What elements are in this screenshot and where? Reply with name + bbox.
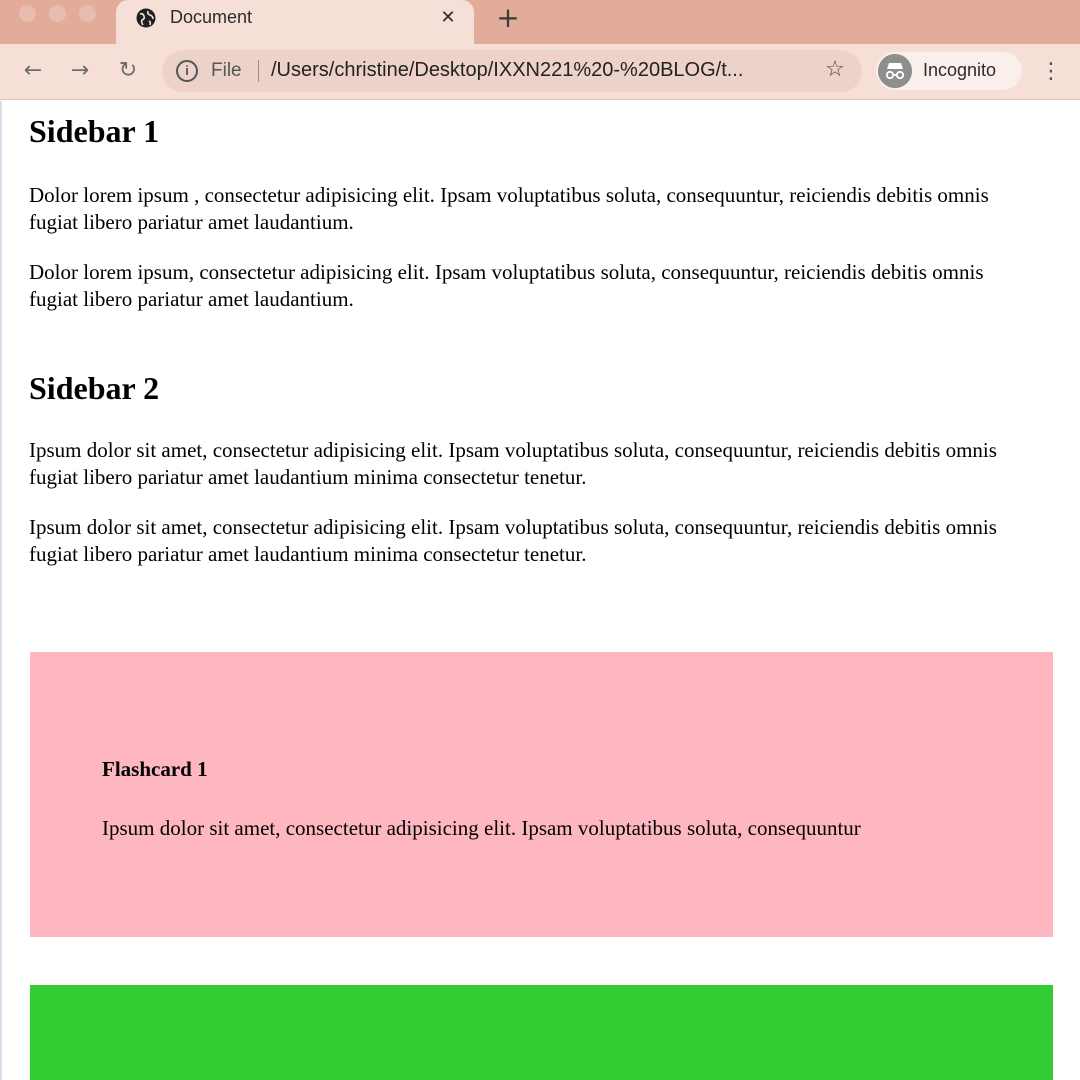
sidebar2-paragraph-2: Ipsum dolor sit amet, consectetur adipis… bbox=[29, 515, 997, 566]
reload-icon[interactable]: ↻ bbox=[115, 58, 141, 84]
sidebar1-heading: Sidebar 1 bbox=[29, 113, 160, 149]
flashcard-2 bbox=[30, 985, 1053, 1080]
flashcard-body: Ipsum dolor sit amet, consectetur adipis… bbox=[102, 816, 861, 840]
more-menu-icon[interactable]: ⋮ bbox=[1040, 58, 1062, 86]
info-icon[interactable]: i bbox=[176, 60, 198, 82]
forward-arrow-icon[interactable]: → bbox=[67, 58, 93, 84]
sidebar1-paragraph-2: Dolor lorem ipsum, consectetur adipisici… bbox=[29, 260, 984, 311]
url-scheme-label: File bbox=[211, 60, 242, 81]
profile-label: Incognito bbox=[923, 60, 997, 80]
tab-title: Document bbox=[170, 7, 253, 27]
bookmark-star-icon[interactable]: ☆ bbox=[822, 57, 848, 83]
window-minimize-button[interactable] bbox=[49, 5, 66, 22]
tab-strip: Document ✕ + bbox=[0, 0, 1080, 44]
close-icon[interactable]: ✕ bbox=[436, 6, 460, 30]
incognito-icon bbox=[878, 54, 912, 88]
sidebar2-paragraph-1: Ipsum dolor sit amet, consectetur adipis… bbox=[29, 438, 997, 489]
viewport-edge bbox=[0, 101, 2, 1080]
sidebar1-paragraph-1: Dolor lorem ipsum , consectetur adipisic… bbox=[29, 183, 989, 234]
globe-icon bbox=[136, 8, 156, 28]
flashcard-title: Flashcard 1 bbox=[102, 757, 208, 781]
window-zoom-button[interactable] bbox=[79, 5, 96, 22]
back-arrow-icon[interactable]: ← bbox=[20, 58, 46, 84]
window-close-button[interactable] bbox=[19, 5, 36, 22]
tab-document[interactable]: Document ✕ bbox=[116, 0, 474, 44]
browser-toolbar: ← → ↻ i File /Users/christine/Desktop/IX… bbox=[0, 44, 1080, 100]
address-bar[interactable]: i File /Users/christine/Desktop/IXXN221%… bbox=[162, 50, 862, 92]
incognito-profile-button[interactable]: Incognito bbox=[876, 52, 1022, 90]
address-divider bbox=[258, 60, 259, 82]
url-text[interactable]: /Users/christine/Desktop/IXXN221%20-%20B… bbox=[271, 59, 743, 82]
sidebar2-heading: Sidebar 2 bbox=[29, 370, 160, 406]
new-tab-button[interactable]: + bbox=[494, 2, 522, 34]
flashcard-1: Flashcard 1 Ipsum dolor sit amet, consec… bbox=[30, 652, 1053, 937]
